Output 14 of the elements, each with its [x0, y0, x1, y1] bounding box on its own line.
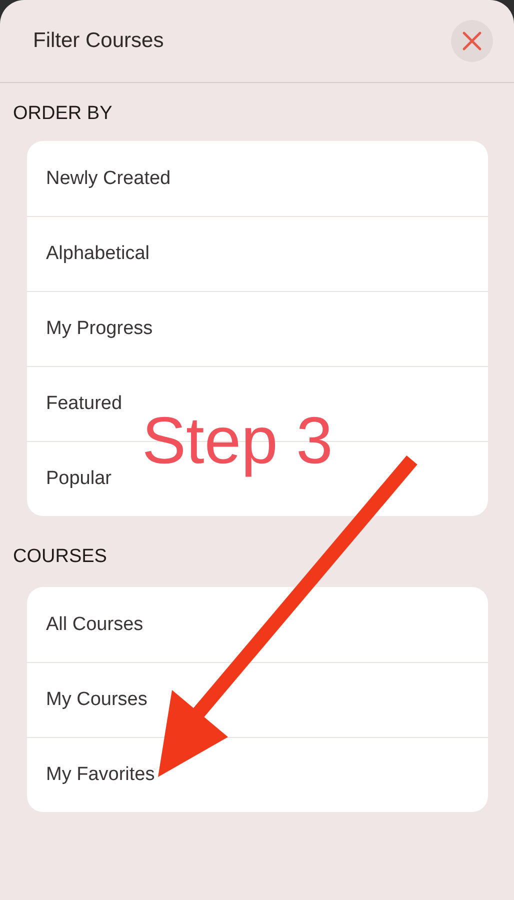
section-heading: COURSES: [12, 545, 108, 569]
option-item[interactable]: Alphabetical: [46, 243, 150, 265]
step-label: Step 3: [142, 404, 333, 476]
option-item[interactable]: My Progress: [46, 318, 153, 340]
option-item[interactable]: All Courses: [46, 614, 144, 636]
option-item[interactable]: Popular: [46, 468, 112, 490]
section-heading: ORDER BY: [12, 102, 114, 126]
option-item[interactable]: My Favorites: [46, 764, 155, 786]
close-button[interactable]: [451, 20, 493, 62]
close-icon: [462, 31, 482, 51]
option-item[interactable]: Featured: [46, 393, 122, 415]
option-item[interactable]: Newly Created: [46, 168, 171, 190]
sheet-title: Filter Courses: [33, 29, 164, 53]
option-item[interactable]: My Courses: [46, 689, 148, 711]
